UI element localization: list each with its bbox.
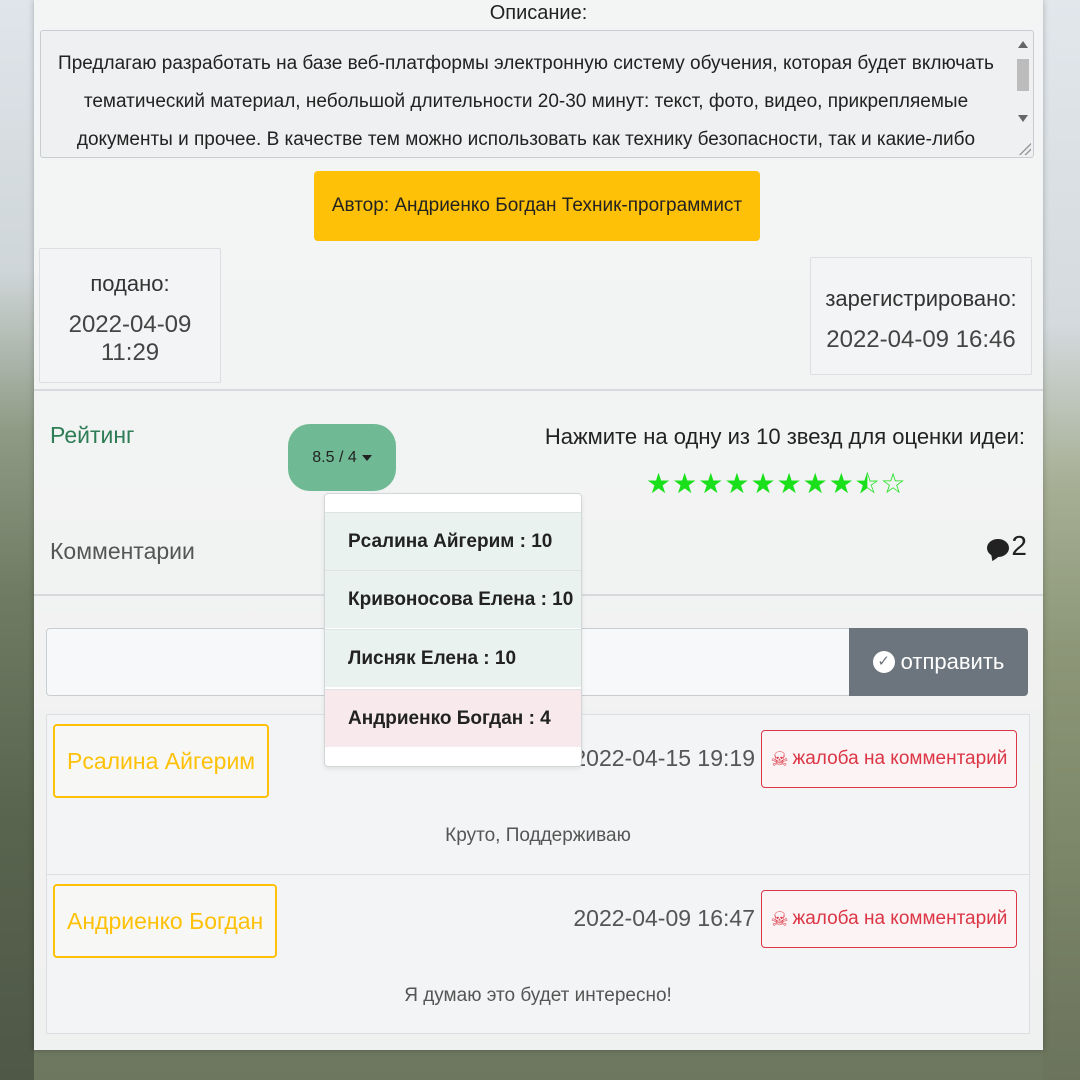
star-full-icon[interactable]: ★ (750, 468, 776, 499)
vote-item[interactable]: Рсалина Айгерим : 10 (325, 512, 581, 570)
comment-bubble-icon (987, 538, 1010, 557)
submitted-date: 2022-04-09 11:29 (68, 311, 192, 366)
send-button[interactable]: ✓ отправить (849, 628, 1028, 696)
scroll-down-icon[interactable] (1018, 115, 1028, 122)
scroll-up-icon[interactable] (1018, 41, 1028, 48)
rating-dropdown-toggle[interactable]: 8.5 / 4 (288, 424, 396, 491)
vote-item[interactable]: Лисняк Елена : 10 (325, 629, 581, 687)
description-textarea[interactable]: Предлагаю разработать на базе веб-платфо… (40, 30, 1034, 158)
idea-panel: Описание: Предлагаю разработать на базе … (34, 0, 1043, 1050)
star-full-icon[interactable]: ★ (803, 468, 829, 499)
resize-grip-icon[interactable] (1019, 143, 1031, 155)
send-label: отправить (900, 649, 1005, 674)
comments-label: Комментарии (50, 538, 195, 564)
rating-summary: 8.5 / 4 (312, 448, 357, 466)
comment-count-value: 2 (1011, 530, 1027, 561)
comment-date: 2022-04-15 19:19 (573, 745, 755, 771)
caret-down-icon (361, 454, 372, 461)
rate-prompt: Нажмите на одну из 10 звезд для оценки и… (544, 424, 1025, 449)
star-full-icon[interactable]: ★ (777, 468, 803, 499)
comment-text: Круто, Поддерживаю (445, 825, 631, 846)
submitted-label: подано: (90, 271, 170, 296)
comment-count: 2 (987, 530, 1027, 562)
author-button[interactable]: Автор: Андриенко Богдан Техник-программи… (314, 171, 760, 241)
report-comment-button[interactable]: ☠ жалоба на комментарий (761, 890, 1017, 948)
star-full-icon[interactable]: ★ (646, 468, 672, 499)
description-scrollbar[interactable] (1015, 35, 1031, 155)
report-comment-button[interactable]: ☠ жалоба на комментарий (761, 730, 1017, 788)
report-label: жалоба на комментарий (792, 748, 1008, 769)
skull-crossbones-icon: ☠ (770, 748, 789, 771)
registered-label: зарегистрировано: (825, 286, 1017, 311)
comment-author-button[interactable]: Андриенко Богдан (53, 884, 278, 958)
star-full-icon[interactable]: ★ (724, 468, 750, 499)
skull-crossbones-icon: ☠ (770, 908, 789, 931)
check-circle-icon: ✓ (872, 651, 895, 673)
star-full-icon[interactable]: ★ (698, 468, 724, 499)
rating-votes-dropdown: Рсалина Айгерим : 10 Кривоносова Елена :… (324, 493, 582, 767)
comment-text: Я думаю это будет интересно! (404, 985, 672, 1006)
comment-card: Андриенко Богдан 2022-04-09 16:47 ☠ жалоб… (46, 874, 1030, 1034)
star-full-icon[interactable]: ★ (672, 468, 698, 499)
description-label: Описание: (489, 2, 588, 24)
submitted-card: подано: 2022-04-09 11:29 (39, 248, 221, 383)
star-full-icon[interactable]: ★ (829, 468, 855, 499)
star-empty-icon[interactable]: ☆ (881, 468, 907, 499)
report-label: жалоба на комментарий (792, 908, 1008, 929)
background-left (0, 0, 34, 1080)
comment-author-button[interactable]: Рсалина Айгерим (53, 724, 270, 798)
comment-date: 2022-04-09 16:47 (573, 905, 755, 931)
vote-item[interactable]: Кривоносова Елена : 10 (325, 570, 581, 628)
star-rating[interactable]: ★★★★★★★★⯪☆ (646, 466, 907, 510)
divider (34, 389, 1043, 391)
rating-label: Рейтинг (50, 422, 135, 448)
registered-date: 2022-04-09 16:46 (826, 326, 1016, 353)
background-right (1043, 0, 1080, 1080)
scroll-thumb[interactable] (1017, 59, 1029, 91)
star-half-icon[interactable]: ⯪ (855, 469, 881, 499)
registered-card: зарегистрировано: 2022-04-09 16:46 (810, 257, 1032, 375)
vote-item[interactable]: Андриенко Богдан : 4 (325, 689, 581, 747)
description-text: Предлагаю разработать на базе веб-платфо… (58, 53, 994, 150)
